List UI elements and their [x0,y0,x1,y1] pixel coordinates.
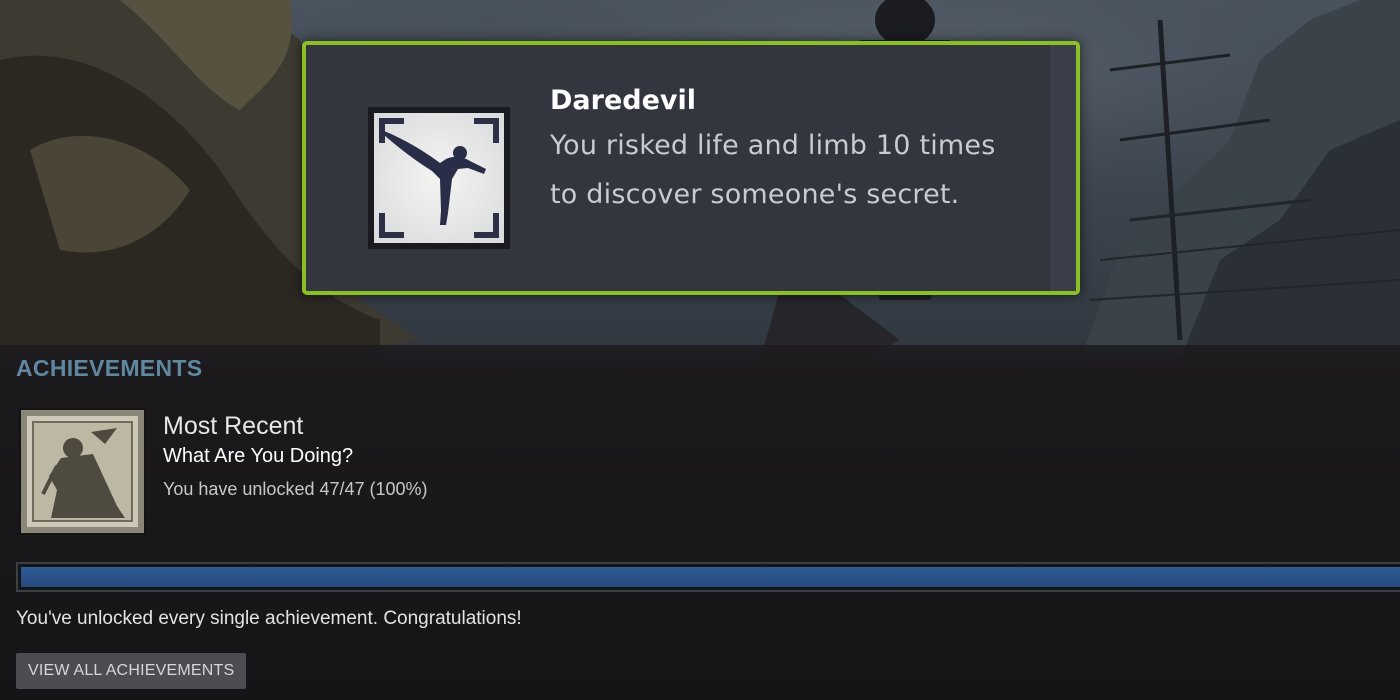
achievements-heading: ACHIEVEMENTS [16,355,203,381]
game-overlay-screen: Daredevil You risked life and limb 10 ti… [0,0,1400,700]
most-recent-heading: Most Recent [163,412,304,440]
congratulations-message: You've unlocked every single achievement… [16,608,522,629]
toast-edge-decoration [1050,45,1076,291]
what-are-you-doing-achievement-icon[interactable] [19,408,146,535]
toast-title: Daredevil [550,85,697,116]
view-all-achievements-button[interactable]: VIEW ALL ACHIEVEMENTS [16,653,247,689]
most-recent-achievement: Most Recent What Are You Doing? You have… [163,410,428,508]
most-recent-achievement-name: What Are You Doing? [163,445,354,467]
achievement-progress-bar [16,562,1400,592]
toast-text: Daredevil You risked life and limb 10 ti… [550,81,1020,219]
achievement-progress-fill [21,567,1400,587]
unlocked-count-text: You have unlocked 47/47 (100%) [163,479,428,499]
toast-description: You risked life and limb 10 times to dis… [550,130,996,210]
achievements-panel: ACHIEVEMENTS Most Recent What Are You Do… [0,350,1400,700]
daredevil-achievement-icon [368,107,510,249]
achievement-toast: Daredevil You risked life and limb 10 ti… [302,41,1080,295]
